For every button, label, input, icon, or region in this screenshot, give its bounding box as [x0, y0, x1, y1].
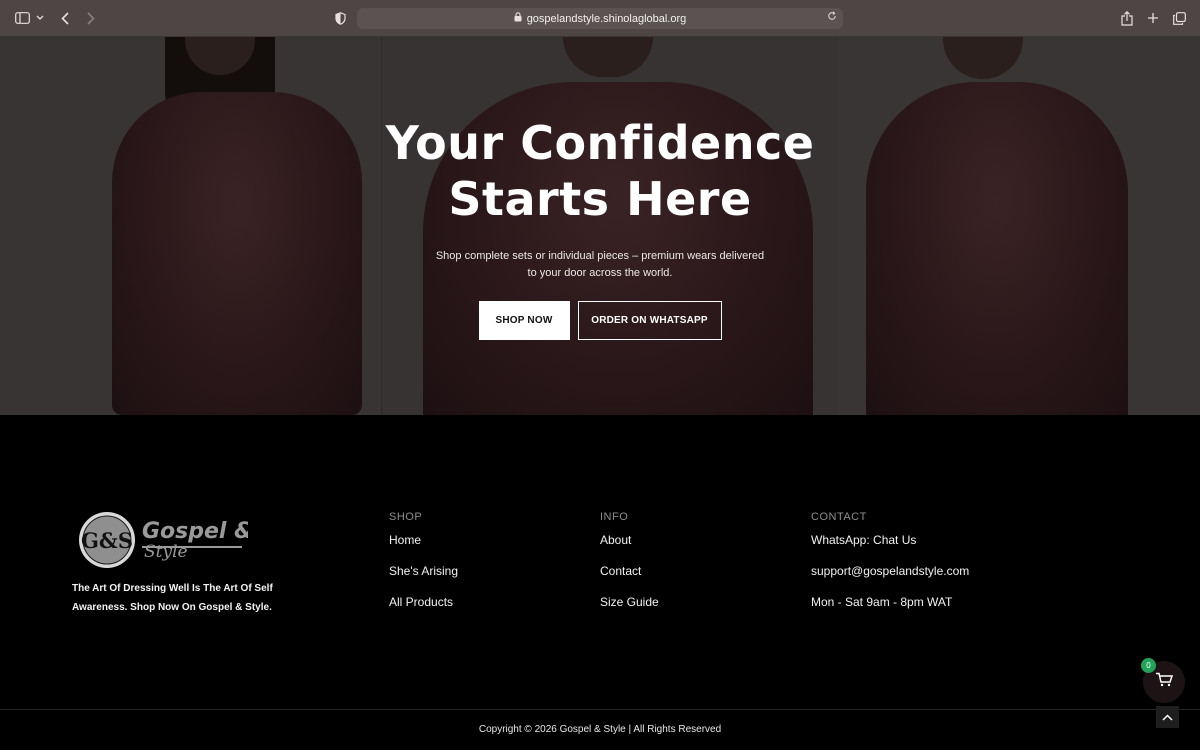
footer-link-email[interactable]: support@gospelandstyle.com	[811, 563, 969, 594]
new-tab-icon[interactable]	[1145, 8, 1161, 28]
logo-text-line1: Gospel &	[142, 519, 248, 544]
logo-text-line2: Style	[144, 542, 188, 562]
forward-icon[interactable]	[84, 8, 98, 28]
chevron-down-icon[interactable]	[35, 8, 45, 28]
reload-icon[interactable]	[827, 11, 837, 24]
chevron-up-icon	[1162, 708, 1173, 726]
site-footer: G&S Gospel & Style The Art Of Dressing W…	[0, 415, 1200, 750]
url-text: gospelandstyle.shinolaglobal.org	[526, 12, 687, 25]
logo-mark-text: G&S	[81, 528, 133, 553]
footer-link-size-guide[interactable]: Size Guide	[600, 594, 659, 625]
hero-content: Your Confidence Starts Here Shop complet…	[300, 115, 900, 340]
cart-count-badge: 0	[1141, 658, 1156, 673]
hero-title-line1: Your Confidence	[385, 116, 815, 170]
cart-icon	[1155, 672, 1174, 692]
back-to-top-button[interactable]	[1156, 706, 1179, 728]
hero-banner: Your Confidence Starts Here Shop complet…	[0, 37, 1200, 415]
hero-subtitle: Shop complete sets or individual pieces …	[435, 250, 765, 279]
footer-column-contact: CONTACT WhatsApp: Chat Us support@gospel…	[811, 511, 969, 625]
footer-divider	[0, 709, 1200, 710]
footer-column-shop: SHOP Home She's Arising All Products	[389, 511, 458, 625]
footer-link-about[interactable]: About	[600, 532, 659, 563]
brand-tagline: The Art Of Dressing Well Is The Art Of S…	[72, 583, 273, 613]
footer-link-shes-arising[interactable]: She's Arising	[389, 563, 458, 594]
sidebar-toggle-icon[interactable]	[14, 8, 30, 28]
brand-logo[interactable]: G&S Gospel & Style	[78, 511, 253, 571]
footer-column-heading: SHOP	[389, 511, 423, 523]
share-icon[interactable]	[1119, 8, 1135, 28]
shop-now-button[interactable]: SHOP NOW	[478, 301, 570, 340]
tab-overview-icon[interactable]	[1171, 8, 1187, 28]
footer-column-info: INFO About Contact Size Guide	[600, 511, 659, 625]
footer-link-home[interactable]: Home	[389, 532, 458, 563]
hero-title-line2: Starts Here	[448, 172, 752, 226]
figure-shape	[866, 82, 1128, 415]
footer-link-contact[interactable]: Contact	[600, 563, 659, 594]
hero-title: Your Confidence Starts Here	[300, 115, 900, 227]
footer-column-heading: INFO	[600, 511, 629, 523]
hero-actions: SHOP NOW ORDER ON WHATSAPP	[300, 301, 900, 340]
address-bar[interactable]: gospelandstyle.shinolaglobal.org	[357, 8, 843, 29]
lock-icon	[514, 12, 522, 25]
footer-link-all-products[interactable]: All Products	[389, 594, 458, 625]
footer-business-hours: Mon - Sat 9am - 8pm WAT	[811, 595, 953, 609]
copyright-text: Copyright © 2026 Gospel & Style | All Ri…	[478, 724, 722, 735]
face-shape	[563, 37, 653, 77]
privacy-shield-icon[interactable]	[333, 8, 347, 28]
order-on-whatsapp-button[interactable]: ORDER ON WHATSAPP	[577, 301, 722, 340]
back-icon[interactable]	[58, 8, 72, 28]
footer-column-heading: CONTACT	[811, 511, 867, 523]
footer-link-whatsapp[interactable]: WhatsApp: Chat Us	[811, 532, 969, 563]
browser-toolbar: gospelandstyle.shinolaglobal.org	[0, 0, 1200, 37]
face-shape	[943, 37, 1023, 79]
